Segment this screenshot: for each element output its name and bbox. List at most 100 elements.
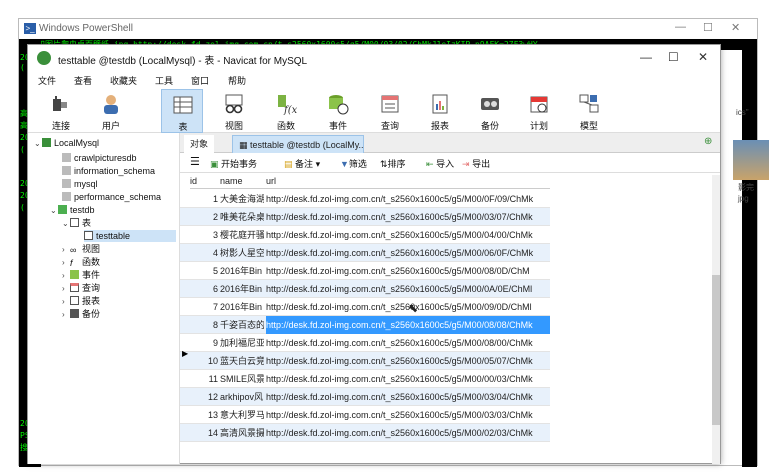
tree-item-localmysql[interactable]: ⌄ LocalMysql bbox=[34, 137, 99, 149]
table-row[interactable]: 6 2016年Bin http://desk.fd.zol-img.com.cn/t… bbox=[180, 280, 550, 298]
cell-name[interactable]: 蓝天白云竞 bbox=[220, 352, 264, 370]
table-row[interactable]: 12 arkhipov风 http://desk.fd.zol-img.com.cn… bbox=[180, 388, 550, 406]
cell-id[interactable]: 11 bbox=[190, 370, 218, 388]
tab-objects[interactable]: 对象 bbox=[184, 135, 215, 153]
table-row[interactable]: 11 SMILE风景 http://desk.fd.zol-img.com.cn/t… bbox=[180, 370, 550, 388]
tree-item-database[interactable]: performance_schema bbox=[62, 191, 161, 203]
cell-url[interactable]: http://desk.fd.zol-img.com.cn/t_s2560x16… bbox=[266, 316, 550, 334]
menu-favorites[interactable]: 收藏夹 bbox=[110, 74, 137, 87]
cell-url[interactable]: http://desk.fd.zol-img.com.cn/t_s2560x16… bbox=[266, 352, 550, 370]
cell-url[interactable]: http://desk.fd.zol-img.com.cn/t_s2560x16… bbox=[266, 262, 550, 280]
chevron-right-icon[interactable]: › bbox=[62, 244, 70, 256]
cell-name[interactable]: arkhipov风 bbox=[220, 388, 264, 406]
toolbar-user-button[interactable]: 用户 bbox=[90, 89, 132, 133]
menu-window[interactable]: 窗口 bbox=[191, 74, 209, 87]
cell-name[interactable]: 树影人星空 bbox=[220, 244, 264, 262]
cell-id[interactable]: 3 bbox=[190, 226, 218, 244]
cell-url[interactable]: http://desk.fd.zol-img.com.cn/t_s2560x16… bbox=[266, 388, 550, 406]
toolbar-event-button[interactable]: 事件 bbox=[317, 89, 359, 133]
menu-icon[interactable]: ☰ bbox=[190, 155, 200, 168]
chevron-right-icon[interactable]: › bbox=[62, 309, 70, 321]
toolbar-query-button[interactable]: 查询 bbox=[369, 89, 411, 133]
cell-name[interactable]: 2016年Bin bbox=[220, 262, 264, 280]
table-row[interactable]: 5 2016年Bin http://desk.fd.zol-img.com.cn/t… bbox=[180, 262, 550, 280]
cell-id[interactable]: 12 bbox=[190, 388, 218, 406]
cell-name[interactable]: 加利福尼亚 bbox=[220, 334, 264, 352]
tree-item-tables[interactable]: ⌄ 表 bbox=[62, 217, 91, 229]
toolbar-function-button[interactable]: f(x) 函数 bbox=[265, 89, 307, 133]
tree-item-views[interactable]: › ∞ 视图 bbox=[62, 243, 100, 255]
export-button[interactable]: ⇥ 导出 bbox=[462, 157, 490, 170]
cell-id[interactable]: 9 bbox=[190, 334, 218, 352]
chevron-down-icon[interactable]: ⌄ bbox=[34, 138, 42, 150]
close-button[interactable]: ✕ bbox=[698, 50, 708, 64]
toolbar-connection-button[interactable]: 连接 bbox=[40, 89, 82, 133]
tree-item-testtable[interactable]: testtable bbox=[84, 230, 176, 242]
table-row[interactable]: 2 唯美花朵桌 http://desk.fd.zol-img.com.cn/t_s2… bbox=[180, 208, 550, 226]
cell-url[interactable]: http://desk.fd.zol-img.com.cn/t_s2560x16… bbox=[266, 424, 550, 442]
tree-item-queries[interactable]: › 查询 bbox=[62, 282, 100, 294]
tree-item-reports[interactable]: › 报表 bbox=[62, 295, 100, 307]
table-row[interactable]: 4 树影人星空 http://desk.fd.zol-img.com.cn/t_s2… bbox=[180, 244, 550, 262]
cell-id[interactable]: 4 bbox=[190, 244, 218, 262]
cell-id[interactable]: 6 bbox=[190, 280, 218, 298]
add-tab-icon[interactable]: ⊕ bbox=[704, 136, 712, 147]
toolbar-view-button[interactable]: 视图 bbox=[213, 89, 255, 133]
cell-id[interactable]: 10 bbox=[190, 352, 218, 370]
chevron-down-icon[interactable]: ⌄ bbox=[62, 218, 70, 230]
cell-url[interactable]: http://desk.fd.zol-img.com.cn/t_s2560x16… bbox=[266, 190, 550, 208]
cell-name[interactable]: 2016年Bin bbox=[220, 298, 264, 316]
cell-id[interactable]: 14 bbox=[190, 424, 218, 442]
tree-item-database[interactable]: information_schema bbox=[62, 165, 155, 177]
toolbar-table-button[interactable]: 表 bbox=[161, 89, 203, 133]
toolbar-schedule-button[interactable]: 计划 bbox=[518, 89, 560, 133]
close-icon[interactable]: ✕ bbox=[731, 21, 740, 34]
table-row[interactable]: 1 大美金海湖 http://desk.fd.zol-img.com.cn/t_s2… bbox=[180, 190, 550, 208]
cell-name[interactable]: SMILE风景 bbox=[220, 370, 264, 388]
cell-id[interactable]: 1 bbox=[190, 190, 218, 208]
chevron-right-icon[interactable]: › bbox=[62, 283, 70, 295]
table-row[interactable]: 8 千姿百态的 http://desk.fd.zol-img.com.cn/t_s2… bbox=[180, 316, 550, 334]
chevron-down-icon[interactable]: ⌄ bbox=[50, 205, 58, 217]
cell-name[interactable]: 高清风景摄 bbox=[220, 424, 264, 442]
tree-item-database[interactable]: crawlpicturesdb bbox=[62, 152, 137, 164]
cell-name[interactable]: 意大利罗马 bbox=[220, 406, 264, 424]
menu-help[interactable]: 帮助 bbox=[228, 74, 246, 87]
cell-url[interactable]: http://desk.fd.zol-img.com.cn/t_s2560x16… bbox=[266, 370, 550, 388]
cell-id[interactable]: 7 bbox=[190, 298, 218, 316]
table-row[interactable]: 13 意大利罗马 http://desk.fd.zol-img.com.cn/t_s… bbox=[180, 406, 550, 424]
chevron-right-icon[interactable]: › bbox=[62, 257, 70, 269]
sort-button[interactable]: ⇅排序 bbox=[380, 157, 406, 170]
column-header-url[interactable]: url bbox=[266, 173, 550, 189]
table-row[interactable]: 3 樱花庭开骚 http://desk.fd.zol-img.com.cn/t_s2… bbox=[180, 226, 550, 244]
cell-name[interactable]: 大美金海湖 bbox=[220, 190, 264, 208]
tree-item-backups[interactable]: › 备份 bbox=[62, 308, 100, 320]
cell-id[interactable]: 13 bbox=[190, 406, 218, 424]
maximize-icon[interactable]: ☐ bbox=[703, 21, 713, 34]
toolbar-model-button[interactable]: 模型 bbox=[568, 89, 610, 133]
menu-view[interactable]: 查看 bbox=[74, 74, 92, 87]
cell-url[interactable]: http://desk.fd.zol-img.com.cn/t_s2560x16… bbox=[266, 406, 550, 424]
cell-id[interactable]: 5 bbox=[190, 262, 218, 280]
cell-url[interactable]: http://desk.fd.zol-img.com.cn/t_s2560x16… bbox=[266, 334, 550, 352]
cell-name[interactable]: 2016年Bin bbox=[220, 280, 264, 298]
cell-name[interactable]: 千姿百态的 bbox=[220, 316, 264, 334]
toolbar-report-button[interactable]: 报表 bbox=[419, 89, 461, 133]
tree-item-testdb[interactable]: ⌄ testdb bbox=[50, 204, 95, 216]
scrollbar-thumb[interactable] bbox=[712, 275, 720, 425]
note-button[interactable]: ▤ 备注 ▾ bbox=[284, 157, 320, 170]
column-header-id[interactable]: id bbox=[190, 173, 220, 189]
tab-testtable[interactable]: ▦ testtable @testdb (LocalMy... bbox=[232, 135, 364, 153]
cell-id[interactable]: 2 bbox=[190, 208, 218, 226]
cell-name[interactable]: 唯美花朵桌 bbox=[220, 208, 264, 226]
cell-id[interactable]: 8 bbox=[190, 316, 218, 334]
cell-url[interactable]: http://desk.fd.zol-img.com.cn/t_s2560x16… bbox=[266, 280, 550, 298]
toolbar-backup-button[interactable]: 备份 bbox=[469, 89, 511, 133]
column-header-name[interactable]: name bbox=[220, 173, 266, 189]
table-row[interactable]: 7 2016年Bin http://desk.fd.zol-img.com.cn/t… bbox=[180, 298, 550, 316]
begin-transaction-button[interactable]: ▣ 开始事务 bbox=[210, 157, 257, 170]
minimize-icon[interactable]: — bbox=[675, 21, 686, 33]
maximize-button[interactable]: ☐ bbox=[668, 50, 679, 64]
tree-item-functions[interactable]: › f 函数 bbox=[62, 256, 100, 268]
minimize-button[interactable]: — bbox=[640, 50, 652, 64]
